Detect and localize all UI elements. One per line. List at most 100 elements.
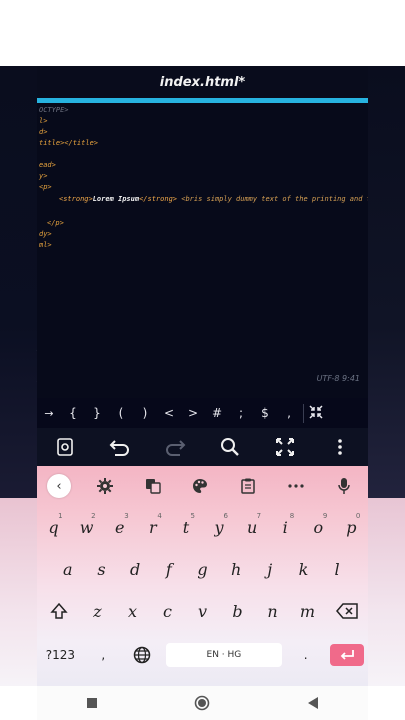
- translate-icon[interactable]: [139, 472, 167, 500]
- key-z[interactable]: z: [83, 596, 113, 626]
- key-s[interactable]: s: [86, 554, 116, 584]
- key-label: q: [48, 517, 59, 537]
- key-f[interactable]: f: [154, 554, 184, 584]
- key-hint: 2: [91, 512, 96, 520]
- key-x[interactable]: x: [118, 596, 148, 626]
- key-label: o: [313, 517, 324, 537]
- left-backdrop: [0, 66, 37, 498]
- key-m[interactable]: m: [293, 596, 323, 626]
- code-line: y>: [39, 172, 48, 180]
- more-vert-icon[interactable]: [325, 432, 355, 462]
- key-hint: 3: [124, 512, 129, 520]
- key-label: w: [79, 517, 94, 537]
- left-backdrop-lower: [0, 498, 37, 686]
- settings-icon[interactable]: [50, 432, 80, 462]
- undo-icon[interactable]: [105, 432, 135, 462]
- collapse-icon[interactable]: [303, 403, 328, 423]
- symbol-key[interactable]: ;: [229, 406, 253, 420]
- shift-key[interactable]: [40, 596, 78, 626]
- key-hint: 4: [157, 512, 162, 520]
- key-e[interactable]: e3: [105, 512, 135, 542]
- gear-icon[interactable]: [91, 472, 119, 500]
- key-g[interactable]: g: [187, 554, 217, 584]
- more-icon[interactable]: [282, 472, 310, 500]
- key-l[interactable]: l: [322, 554, 352, 584]
- key-label: y: [214, 517, 224, 537]
- key-label: r: [149, 517, 157, 537]
- code-line: title></title>: [39, 139, 99, 147]
- key-row-4: ?123 , EN · HG .: [37, 640, 368, 670]
- code-line: ml>: [39, 241, 52, 249]
- symbol-key-tab[interactable]: →: [37, 407, 61, 420]
- back-icon[interactable]: ‹: [46, 474, 71, 498]
- system-nav-bar: [37, 686, 368, 720]
- key-q[interactable]: q1: [39, 512, 69, 542]
- key-j[interactable]: j: [255, 554, 285, 584]
- space-key[interactable]: EN · HG: [165, 643, 282, 667]
- key-hint: 6: [223, 512, 229, 520]
- key-a[interactable]: a: [53, 554, 83, 584]
- code-editor[interactable]: OCTYPE> l> d> title></title> ead> y> <p>…: [37, 106, 368, 406]
- key-d[interactable]: d: [120, 554, 150, 584]
- key-hint: 0: [355, 512, 361, 520]
- code-line: l>: [39, 117, 48, 125]
- key-y[interactable]: y6: [204, 512, 234, 542]
- symbol-key[interactable]: $: [253, 406, 277, 420]
- key-c[interactable]: c: [153, 596, 183, 626]
- redo-icon[interactable]: [160, 432, 190, 462]
- numbers-key[interactable]: ?123: [41, 640, 79, 670]
- key-t[interactable]: t5: [171, 512, 201, 542]
- symbol-key[interactable]: ): [133, 406, 157, 420]
- mic-icon[interactable]: [330, 472, 358, 500]
- code-line: <p>: [39, 183, 52, 191]
- symbol-key[interactable]: >: [181, 406, 205, 420]
- key-label: p: [346, 517, 357, 537]
- key-v[interactable]: v: [188, 596, 218, 626]
- key-i[interactable]: i8: [270, 512, 300, 542]
- search-icon[interactable]: [215, 432, 245, 462]
- symbol-key[interactable]: #: [205, 406, 229, 420]
- key-hint: 9: [322, 512, 328, 520]
- right-backdrop-lower: [368, 498, 405, 686]
- enter-key[interactable]: [329, 644, 364, 666]
- key-row-3: z x c v b n m: [37, 596, 368, 626]
- symbol-key[interactable]: <: [157, 406, 181, 420]
- editor-toolbar: [37, 428, 368, 466]
- comma-key[interactable]: ,: [88, 640, 118, 670]
- symbol-bar: → { } ( ) < > # ; $ ,: [37, 398, 368, 428]
- symbol-key[interactable]: (: [109, 406, 133, 420]
- strong-open-tag: <strong>: [59, 195, 93, 203]
- key-label: e: [115, 517, 125, 537]
- symbol-key[interactable]: {: [61, 406, 85, 420]
- code-line: OCTYPE>: [39, 106, 69, 114]
- body-text: <bris simply dummy text of the printing …: [177, 195, 368, 203]
- key-w[interactable]: w2: [72, 512, 102, 542]
- strong-text: Lorem Ipsum: [92, 195, 140, 203]
- symbol-key[interactable]: ,: [277, 406, 301, 420]
- file-title: index.html*: [159, 75, 246, 90]
- recents-icon[interactable]: [77, 691, 107, 715]
- top-bar: [0, 0, 405, 66]
- home-icon[interactable]: [187, 691, 217, 715]
- key-n[interactable]: n: [258, 596, 288, 626]
- symbol-key[interactable]: }: [85, 406, 109, 420]
- key-k[interactable]: k: [288, 554, 318, 584]
- key-label: u: [246, 517, 258, 537]
- key-p[interactable]: p0: [336, 512, 366, 542]
- period-key[interactable]: .: [291, 640, 321, 670]
- key-h[interactable]: h: [221, 554, 251, 584]
- code-line: dy>: [39, 230, 52, 238]
- clipboard-icon[interactable]: [234, 472, 262, 500]
- key-r[interactable]: r4: [138, 512, 168, 542]
- key-u[interactable]: u7: [237, 512, 267, 542]
- key-hint: 1: [58, 512, 63, 520]
- globe-icon[interactable]: [127, 640, 157, 670]
- title-accent-bar: [37, 98, 368, 103]
- code-line: ead>: [39, 161, 56, 169]
- fullscreen-icon[interactable]: [270, 432, 300, 462]
- palette-icon[interactable]: [186, 472, 214, 500]
- back-nav-icon[interactable]: [298, 691, 328, 715]
- key-b[interactable]: b: [223, 596, 253, 626]
- backspace-key[interactable]: [328, 596, 366, 626]
- key-o[interactable]: o9: [303, 512, 333, 542]
